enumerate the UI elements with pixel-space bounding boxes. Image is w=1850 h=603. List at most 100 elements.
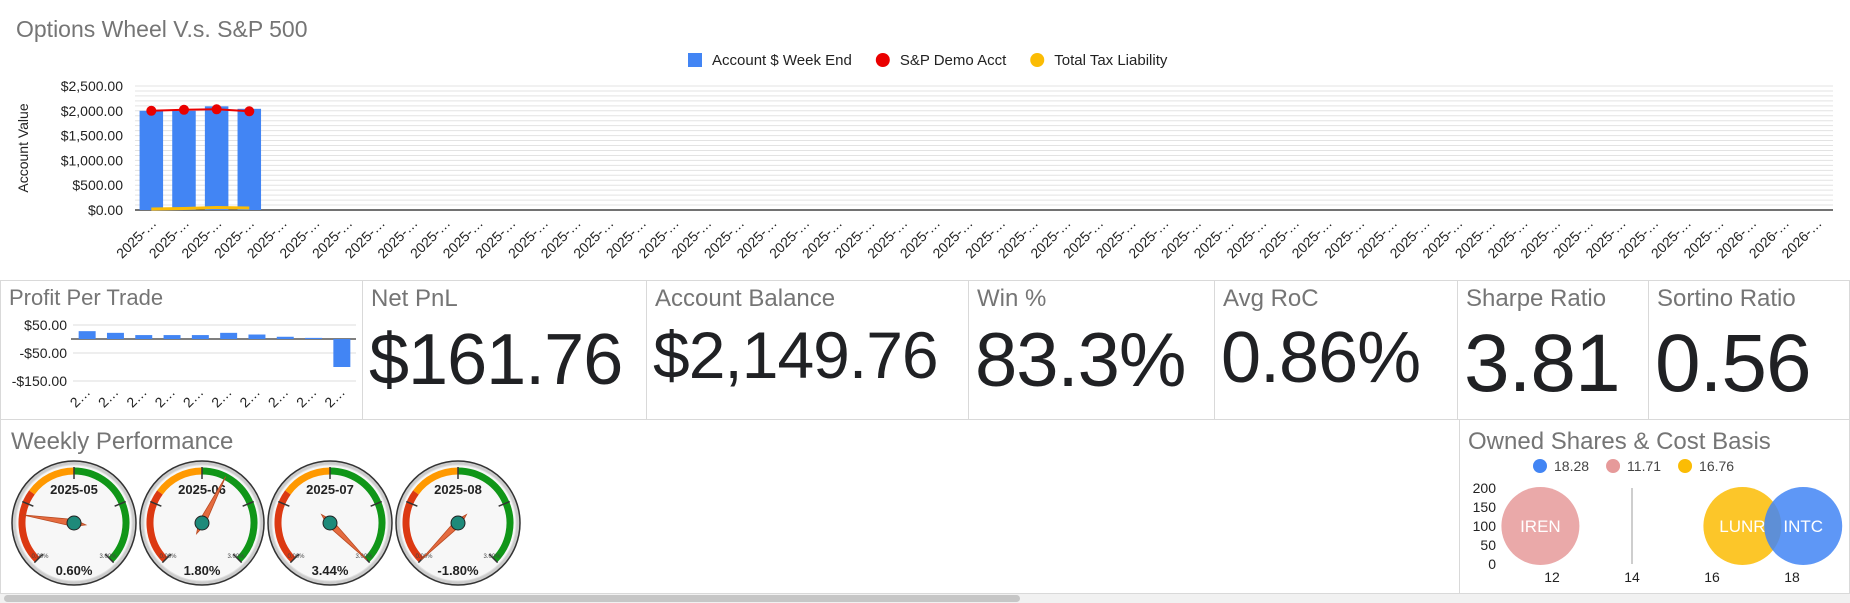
sp-demo-point	[211, 104, 222, 115]
bubble-legend-label: 16.76	[1699, 458, 1734, 474]
owned-shares-svg: 18.28 11.71 16.76 200 150 100 50 0 12 14 16 18 IREN L…	[1473, 458, 1843, 585]
kpi-sortino-ratio: Sortino Ratio 0.56	[1648, 280, 1850, 420]
gauge-min-label: 0.00%	[31, 554, 49, 560]
horizontal-scrollbar[interactable]	[0, 594, 1850, 603]
gauge-label: 2025-08	[434, 482, 482, 497]
bubble-label: INTC	[1783, 517, 1823, 536]
y-tick-label: $0.00	[88, 202, 123, 218]
y-tick-label: $1,000.00	[61, 152, 123, 168]
ppt-x-tick: 2…	[293, 384, 320, 411]
gauge-min-label: 0.00%	[159, 554, 177, 560]
tax-liability-line	[151, 206, 250, 211]
bubble-y-tick: 150	[1473, 499, 1497, 515]
gauge-value-label: -1.80%	[437, 563, 479, 578]
account-bar	[172, 110, 196, 210]
kpi-sortino-ratio-value: 0.56	[1655, 318, 1812, 409]
main-chart-panel: Options Wheel V.s. S&P 500 Account $ Wee…	[0, 0, 1850, 281]
kpi-win-pct-title: Win %	[977, 285, 1047, 312]
gauge-hub	[66, 515, 82, 531]
kpi-sharpe-ratio: Sharpe Ratio 3.81	[1457, 280, 1649, 420]
bubble-legend-marker	[1678, 459, 1693, 473]
sp-demo-point	[146, 105, 157, 116]
kpi-sharpe-ratio-title: Sharpe Ratio	[1466, 285, 1607, 312]
scrollbar-thumb[interactable]	[4, 595, 1020, 602]
bubble-label: IREN	[1520, 517, 1561, 536]
kpi-net-pnl: Net PnL $161.76	[362, 280, 647, 420]
bubble-y-tick: 50	[1480, 537, 1496, 553]
ppt-x-tick: 2…	[265, 384, 292, 411]
trade-bar	[276, 336, 294, 339]
account-bar	[204, 106, 229, 210]
ppt-x-tick: 2…	[321, 384, 348, 411]
ppt-x-tick: 2…	[208, 384, 235, 411]
profit-per-trade-svg: $50.00-$50.00-$150.002… 2… 2… 2… 2… 2… 2… 2… 2… 2…	[12, 317, 356, 411]
legend-label-2: Total Tax Liability	[1054, 52, 1168, 69]
trade-bar	[191, 335, 209, 339]
kpi-sortino-ratio-title: Sortino Ratio	[1657, 285, 1796, 312]
bubble-label: LUNR	[1719, 517, 1765, 536]
bubble-legend-label: 18.28	[1554, 458, 1589, 474]
ppt-y-tick: -$150.00	[12, 373, 67, 389]
gauge-value-label: 0.60%	[56, 563, 93, 578]
y-axis-label: Account Value	[15, 103, 31, 192]
kpi-net-pnl-title: Net PnL	[371, 285, 458, 312]
y-tick-label: $2,500.00	[61, 78, 123, 94]
trade-bar	[106, 332, 124, 339]
legend-label-1: S&P Demo Acct	[900, 52, 1007, 69]
ppt-x-tick: 2…	[123, 384, 150, 411]
bubble-legend-marker	[1533, 459, 1547, 473]
ppt-x-tick: 2…	[151, 384, 178, 411]
sp-demo-point	[244, 106, 255, 117]
bubble-legend-marker	[1606, 459, 1621, 473]
ppt-x-tick: 2…	[236, 384, 263, 411]
main-chart-svg: Account $ Week End S&P Demo Acct Total Tax…	[15, 52, 1833, 261]
profit-per-trade-panel: Profit Per Trade $50.00 -$50.00 -$150.00 2……	[0, 280, 363, 420]
bubble-x-tick: 12	[1544, 569, 1560, 585]
legend-marker-0	[688, 53, 702, 67]
account-bar	[237, 108, 262, 210]
legend-label-0: Account $ Week End	[712, 52, 852, 69]
kpi-account-balance-value: $2,149.76	[653, 318, 939, 392]
ppt-x-tick: 2…	[95, 384, 122, 411]
kpi-account-balance-title: Account Balance	[655, 285, 836, 312]
bubble-y-tick: 0	[1488, 556, 1496, 572]
y-tick-label: $1,500.00	[61, 128, 123, 144]
trade-bar	[163, 335, 181, 339]
y-tick-label: $500.00	[72, 177, 123, 193]
kpi-avg-roc: Avg RoC 0.86%	[1214, 280, 1458, 420]
trade-bar	[220, 332, 238, 339]
gauge-max-label: 3.00%	[227, 554, 245, 560]
ppt-y-tick: $50.00	[24, 317, 67, 333]
y-tick-label: $2,000.00	[61, 103, 123, 119]
bubble-y-tick: 200	[1473, 480, 1497, 496]
weekly-gauges-svg: 2025-050.00% 3.00%0.60%2025-060.00% 3.00%1…	[11, 460, 521, 586]
legend-marker-2	[1030, 53, 1045, 67]
gauge-hub	[450, 515, 466, 531]
sp-demo-point	[178, 104, 189, 115]
kpi-net-pnl-value: $161.76	[369, 320, 623, 400]
bubble-legend-label: 11.71	[1627, 458, 1661, 474]
gauge-min-label: 0.00%	[287, 554, 305, 560]
bubble-x-tick: 16	[1704, 569, 1720, 585]
trade-bar	[135, 335, 153, 339]
gauge-max-label: 3.00%	[99, 554, 117, 560]
legend-marker-1	[875, 53, 890, 67]
kpi-win-pct-value: 83.3%	[975, 318, 1186, 403]
bubble-x-tick: 18	[1784, 569, 1800, 585]
gauge-label: 2025-07	[306, 482, 354, 497]
kpi-win-pct: Win % 83.3%	[968, 280, 1215, 420]
ppt-y-tick: -$50.00	[20, 345, 68, 361]
kpi-account-balance: Account Balance $2,149.76	[646, 280, 969, 420]
bubble-x-tick: 14	[1624, 569, 1640, 585]
owned-shares-panel: Owned Shares & Cost Basis 18.28 11.71 16.7…	[1459, 419, 1850, 594]
bubble-y-tick: 100	[1473, 518, 1497, 534]
trade-bar	[333, 339, 351, 367]
gauge-value-label: 1.80%	[184, 563, 221, 578]
ppt-x-tick: 2…	[180, 384, 207, 411]
kpi-avg-roc-title: Avg RoC	[1223, 285, 1319, 312]
gauge-label: 2025-05	[50, 482, 98, 497]
kpi-avg-roc-value: 0.86%	[1221, 318, 1421, 398]
trade-bar	[78, 331, 96, 339]
weekly-performance-panel: Weekly Performance 2025-05 0.00% 3.00% 0.60…	[0, 419, 1460, 594]
kpi-sharpe-ratio-value: 3.81	[1464, 318, 1621, 409]
